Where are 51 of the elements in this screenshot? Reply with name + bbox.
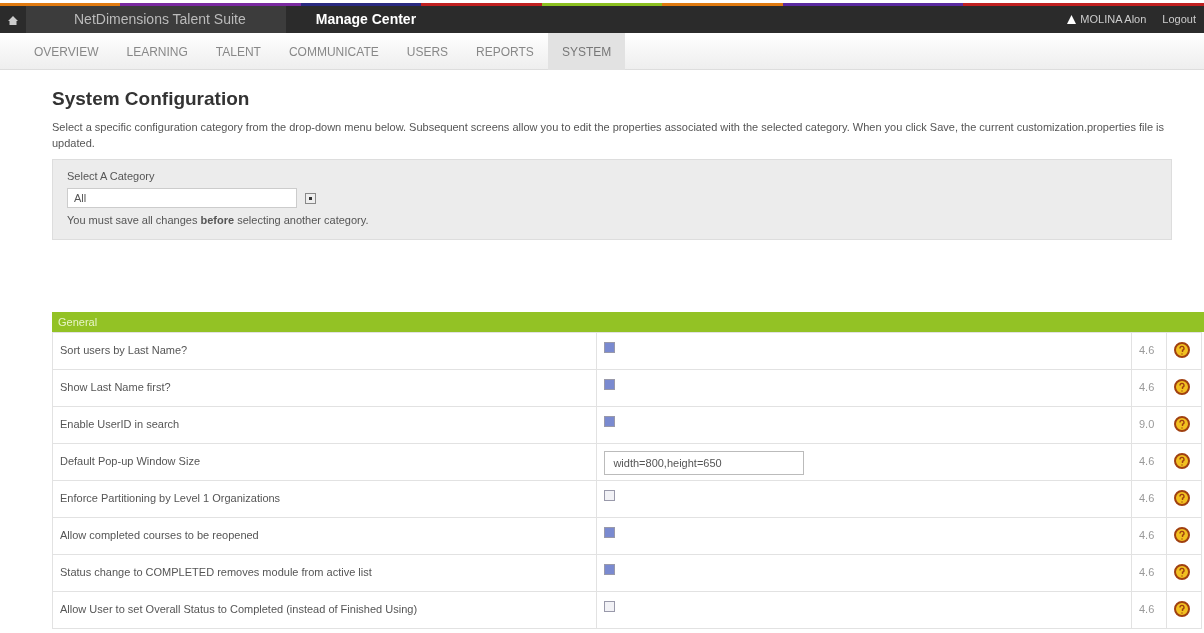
- category-label: Select A Category: [67, 168, 156, 184]
- user-icon: [1067, 15, 1077, 24]
- version-number: 4.6: [1139, 602, 1155, 615]
- checkbox[interactable]: [604, 600, 616, 612]
- user-link[interactable]: MOLINA Alon: [1080, 11, 1147, 28]
- input-field[interactable]: width=800,height=650: [604, 450, 805, 475]
- version-number: 4.6: [1139, 565, 1155, 578]
- checkbox[interactable]: [604, 415, 616, 427]
- help-icon[interactable]: [1174, 452, 1190, 469]
- help-icon[interactable]: [1174, 489, 1190, 506]
- setting-label: Allow completed courses to be reopened: [52, 517, 597, 555]
- nav-tab[interactable]: TALENT: [201, 33, 275, 70]
- help-icon[interactable]: [1174, 563, 1190, 580]
- nav-tab[interactable]: LEARNING: [112, 33, 202, 70]
- help-icon[interactable]: [1174, 378, 1190, 395]
- setting-label: Show Last Name first?: [52, 369, 597, 407]
- checkbox[interactable]: [604, 563, 616, 575]
- category-select[interactable]: All: [67, 188, 297, 209]
- nav-tab[interactable]: REPORTS: [462, 33, 548, 70]
- version-number: 4.6: [1139, 528, 1155, 541]
- checkbox[interactable]: [604, 378, 616, 390]
- setting-label: Enable UserID in search: [52, 406, 597, 444]
- setting-label: Status change to COMPLETED removes module from active list: [52, 554, 597, 592]
- checkbox[interactable]: [604, 526, 616, 538]
- version-number: 4.6: [1139, 491, 1155, 504]
- page-description: Select a specific configuration category from the drop-down menu below. Subsequent screens allow you to edit the properties associated with the selected category. When you click Save, the current customization.properties file is updated.: [52, 119, 1165, 151]
- setting-label: Sort users by Last Name?: [52, 332, 597, 370]
- nav-tab[interactable]: USERS: [392, 33, 463, 70]
- help-icon[interactable]: [1174, 415, 1190, 432]
- page-title: System Configuration: [52, 88, 251, 111]
- setting-label: Enforce Partitioning by Level 1 Organizations: [52, 480, 597, 518]
- dropdown-icon[interactable]: [305, 192, 316, 204]
- version-number: 4.6: [1139, 380, 1155, 393]
- checkbox[interactable]: [604, 489, 616, 501]
- help-icon[interactable]: [1174, 600, 1190, 617]
- version-number: 4.6: [1139, 343, 1155, 356]
- section-header: General: [52, 311, 1204, 332]
- save-note: You must save all changes before selecting another category.: [67, 213, 370, 229]
- help-icon[interactable]: [1174, 341, 1190, 358]
- section-title: Manage Center: [314, 10, 417, 29]
- nav-tab[interactable]: OVERVIEW: [20, 33, 113, 70]
- version-number: 4.6: [1139, 454, 1155, 467]
- nav-tab[interactable]: COMMUNICATE: [274, 33, 393, 70]
- help-icon[interactable]: [1174, 526, 1190, 543]
- checkbox[interactable]: [604, 341, 616, 353]
- version-number: 9.0: [1139, 417, 1155, 430]
- setting-label: Default Pop-up Window Size: [52, 443, 597, 481]
- app-name: NetDimensions Talent Suite: [26, 6, 286, 33]
- nav-tab[interactable]: SYSTEM: [547, 33, 626, 70]
- setting-label: Allow User to set Overall Status to Completed (instead of Finished Using): [52, 591, 597, 629]
- logout-link[interactable]: Logout: [1162, 11, 1196, 28]
